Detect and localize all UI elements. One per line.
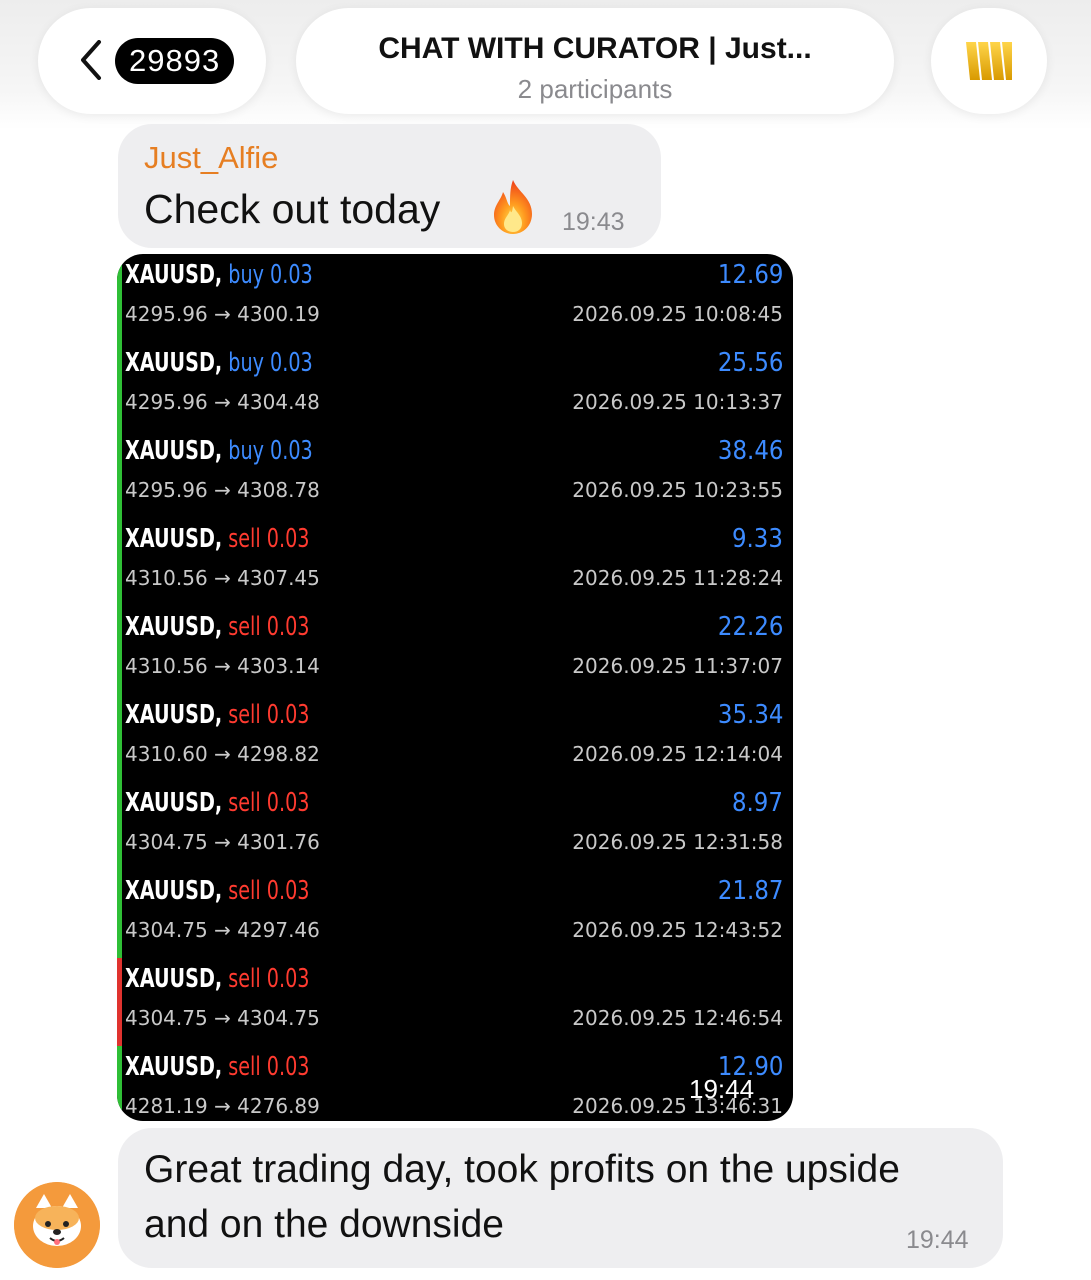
trade-prices: 4295.96 → 4304.48 (125, 390, 320, 414)
participants-count: 2 participants (517, 74, 673, 104)
trade-status-bar (117, 342, 122, 430)
trade-title: XAUUSD, sell 0.03 (125, 876, 310, 906)
trade-row: XAUUSD, sell 0.03 4310.56 → 4303.14 22.26 2… (117, 606, 793, 694)
chat-header[interactable]: CHAT WITH CURATOR | Just... 2 participan… (296, 8, 894, 114)
trade-profit: 21.87 (717, 876, 783, 906)
trade-datetime: 2026.09.25 10:23:55 (572, 478, 783, 502)
trade-datetime: 2026.09.25 12:43:52 (572, 918, 783, 942)
trade-side: sell 0.03 (222, 788, 310, 818)
trade-title: XAUUSD, buy 0.03 (125, 436, 313, 466)
trade-side: sell 0.03 (222, 612, 310, 642)
trade-symbol: XAUUSD, (125, 700, 223, 730)
trade-prices: 4304.75 → 4304.75 (125, 1006, 320, 1030)
sender-name[interactable]: Just_Alfie (144, 140, 278, 176)
trade-row: XAUUSD, sell 0.03 4304.75 → 4304.75 2026.0… (117, 958, 793, 1046)
trade-profit: 35.34 (717, 700, 783, 730)
trade-symbol: XAUUSD, (125, 524, 223, 554)
trade-datetime: 2026.09.25 11:37:07 (572, 654, 783, 678)
trade-status-bar (117, 958, 122, 1046)
trade-datetime: 2026.09.25 12:31:58 (572, 830, 783, 854)
trade-profit: 12.69 (717, 260, 783, 290)
trade-title: XAUUSD, buy 0.03 (125, 260, 313, 290)
trade-side: sell 0.03 (222, 1052, 310, 1082)
dog-avatar-icon[interactable] (14, 1182, 100, 1268)
trade-symbol: XAUUSD, (125, 260, 223, 290)
trade-symbol: XAUUSD, (125, 964, 223, 994)
trade-profit: 9.33 (732, 524, 783, 554)
trade-side: buy 0.03 (222, 436, 313, 466)
trade-prices: 4295.96 → 4300.19 (125, 302, 320, 326)
crown-bars-icon (964, 38, 1014, 84)
message-time: 19:43 (562, 208, 625, 236)
trade-prices: 4304.75 → 4301.76 (125, 830, 320, 854)
trade-side: sell 0.03 (222, 524, 310, 554)
trade-status-bar (117, 694, 122, 782)
trade-datetime: 2026.09.25 10:13:37 (572, 390, 783, 414)
trade-prices: 4310.56 → 4303.14 (125, 654, 320, 678)
message-text: Check out today (144, 186, 441, 232)
trade-side: buy 0.03 (222, 348, 313, 378)
trade-symbol: XAUUSD, (125, 788, 223, 818)
trade-profit: 38.46 (717, 436, 783, 466)
trade-title: XAUUSD, buy 0.03 (125, 348, 313, 378)
trade-row: XAUUSD, sell 0.03 4310.56 → 4307.45 9.33 20… (117, 518, 793, 606)
trade-title: XAUUSD, sell 0.03 (125, 612, 310, 642)
trade-side: sell 0.03 (222, 964, 310, 994)
trade-history-image[interactable]: XAUUSD, buy 0.03 4295.96 → 4300.19 12.69 20… (117, 254, 793, 1121)
trade-title: XAUUSD, sell 0.03 (125, 1052, 310, 1082)
trade-status-bar (117, 254, 122, 342)
trade-datetime: 2026.09.25 12:46:54 (572, 1006, 783, 1030)
trade-symbol: XAUUSD, (125, 1052, 223, 1082)
trade-prices: 4304.75 → 4297.46 (125, 918, 320, 942)
trade-row: XAUUSD, sell 0.03 4310.60 → 4298.82 35.34 2… (117, 694, 793, 782)
message-bubble[interactable]: Great trading day, took profits on the u… (118, 1128, 1003, 1268)
trade-prices: 4310.56 → 4307.45 (125, 566, 320, 590)
fire-icon (488, 178, 538, 236)
unread-count-badge: 29893 (115, 38, 235, 84)
trade-datetime: 2026.09.25 11:28:24 (572, 566, 783, 590)
trade-side: sell 0.03 (222, 876, 310, 906)
trade-prices: 4310.60 → 4298.82 (125, 742, 320, 766)
trade-side: sell 0.03 (222, 700, 310, 730)
group-avatar-button[interactable] (931, 8, 1047, 114)
trade-symbol: XAUUSD, (125, 612, 223, 642)
trade-title: XAUUSD, sell 0.03 (125, 788, 310, 818)
trade-profit: 22.26 (717, 612, 783, 642)
trade-title: XAUUSD, sell 0.03 (125, 700, 310, 730)
trade-datetime: 2026.09.25 10:08:45 (572, 302, 783, 326)
trade-symbol: XAUUSD, (125, 436, 223, 466)
trade-symbol: XAUUSD, (125, 876, 223, 906)
chevron-left-icon[interactable] (80, 40, 102, 80)
trade-status-bar (117, 782, 122, 870)
trade-prices: 4295.96 → 4308.78 (125, 478, 320, 502)
trade-status-bar (117, 606, 122, 694)
trade-row: XAUUSD, sell 0.03 4304.75 → 4297.46 21.87 2… (117, 870, 793, 958)
trade-status-bar (117, 518, 122, 606)
message-bubble[interactable]: Just_Alfie Check out today 19:43 (118, 124, 661, 248)
trade-datetime: 2026.09.25 12:14:04 (572, 742, 783, 766)
trade-row: XAUUSD, buy 0.03 4295.96 → 4300.19 12.69 20… (117, 254, 793, 342)
trade-title: XAUUSD, sell 0.03 (125, 524, 310, 554)
trade-status-bar (117, 870, 122, 958)
trade-row: XAUUSD, sell 0.03 4304.75 → 4301.76 8.97 20… (117, 782, 793, 870)
chat-title: CHAT WITH CURATOR | Just... (378, 32, 812, 65)
trade-row: XAUUSD, buy 0.03 4295.96 → 4304.48 25.56 20… (117, 342, 793, 430)
trade-row: XAUUSD, buy 0.03 4295.96 → 4308.78 38.46 20… (117, 430, 793, 518)
trade-prices: 4281.19 → 4276.89 (125, 1094, 320, 1118)
trade-status-bar (117, 1046, 122, 1121)
trade-profit: 8.97 (732, 788, 783, 818)
trade-profit: 25.56 (717, 348, 783, 378)
trade-title: XAUUSD, sell 0.03 (125, 964, 310, 994)
message-time: 19:44 (906, 1226, 969, 1254)
trade-symbol: XAUUSD, (125, 348, 223, 378)
photo-time: 19:44 (689, 1074, 755, 1104)
trade-status-bar (117, 430, 122, 518)
trade-side: buy 0.03 (222, 260, 313, 290)
message-text: Great trading day, took profits on the u… (144, 1148, 900, 1246)
